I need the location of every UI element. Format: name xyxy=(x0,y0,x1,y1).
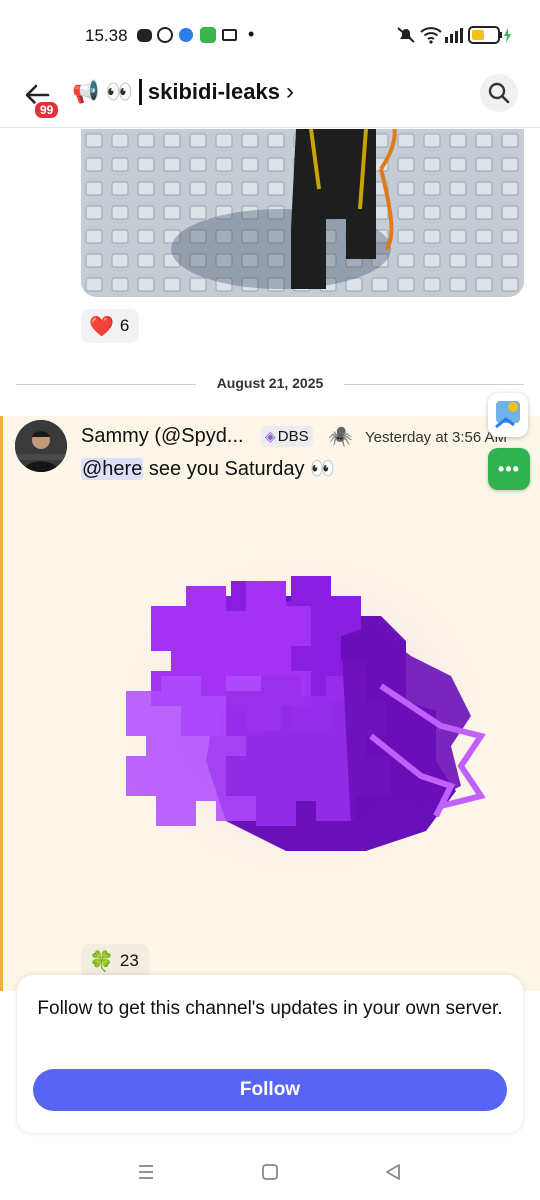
message-content: @here see you Saturday 👀 xyxy=(81,456,335,481)
app-shortcut-icon xyxy=(495,401,520,429)
roblox-scene-image xyxy=(81,129,524,297)
channel-emojis: 📢 👀 xyxy=(72,79,133,104)
follow-description: Follow to get this channel's updates in … xyxy=(37,998,503,1019)
clover-icon: 🍀 xyxy=(89,950,114,973)
message: Sammy (@Spyd... ◈ DBS 🕷️ Yesterday at 3:… xyxy=(0,416,540,991)
date-divider-text: August 21, 2025 xyxy=(216,375,324,391)
search-icon xyxy=(488,82,510,104)
search-button[interactable] xyxy=(480,74,518,112)
server-tag[interactable]: ◈ DBS xyxy=(261,426,313,447)
discord-notif-icon xyxy=(137,29,152,42)
channel-header: 99 📢 👀 skibidi-leaks › xyxy=(0,68,540,128)
home-icon[interactable] xyxy=(261,1163,279,1181)
avatar-image xyxy=(15,420,67,472)
message-image[interactable] xyxy=(81,129,524,297)
whatsapp-notif-icon xyxy=(157,27,173,43)
floating-app-button[interactable] xyxy=(488,393,528,437)
back-nav-icon[interactable] xyxy=(384,1163,402,1181)
unread-badge: 99 xyxy=(33,100,61,120)
reaction-count: 23 xyxy=(119,951,139,970)
mention-highlight-bar xyxy=(0,416,3,991)
system-nav-bar xyxy=(0,1145,540,1200)
android-notif-icon xyxy=(200,27,216,43)
chevron-right-icon: › xyxy=(285,78,294,105)
tag-label: DBS xyxy=(277,428,309,445)
mute-icon xyxy=(397,27,415,43)
status-time: 15.38 xyxy=(85,26,128,45)
heart-reaction[interactable]: ❤️ 6 xyxy=(81,309,140,343)
spider-icon: 🕷️ xyxy=(328,426,353,448)
clover-image[interactable] xyxy=(81,486,524,946)
channel-title[interactable]: 📢 👀 skibidi-leaks › xyxy=(72,78,294,106)
channel-divider xyxy=(138,79,142,105)
here-mention[interactable]: @here xyxy=(81,458,144,480)
divider-line xyxy=(344,384,524,385)
follow-card: Follow to get this channel's updates in … xyxy=(17,975,523,1133)
tag-icon: ◈ xyxy=(265,428,276,444)
app-notif-icon xyxy=(179,28,193,42)
follow-button[interactable]: Follow xyxy=(33,1069,507,1111)
wifi-icon xyxy=(420,27,442,44)
clover-reaction[interactable]: 🍀 23 xyxy=(81,944,149,978)
timestamp: Yesterday at 3:56 AM xyxy=(365,429,508,446)
menu-icon[interactable] xyxy=(137,1163,155,1181)
more-options-button[interactable]: ••• xyxy=(488,448,530,490)
status-dot: • xyxy=(248,24,255,44)
status-bar: 15.38 • xyxy=(0,0,540,68)
date-divider: August 21, 2025 xyxy=(16,370,524,398)
signal-icon xyxy=(445,28,463,43)
capcut-notif-icon xyxy=(222,29,237,41)
avatar[interactable] xyxy=(15,420,67,472)
message-text: see you Saturday 👀 xyxy=(143,458,336,480)
channel-name: skibidi-leaks xyxy=(147,79,280,104)
author-name[interactable]: Sammy (@Spyd... xyxy=(81,425,244,448)
heart-icon: ❤️ xyxy=(89,315,114,338)
reaction-count: 6 xyxy=(119,316,130,335)
battery-icon xyxy=(468,26,511,44)
